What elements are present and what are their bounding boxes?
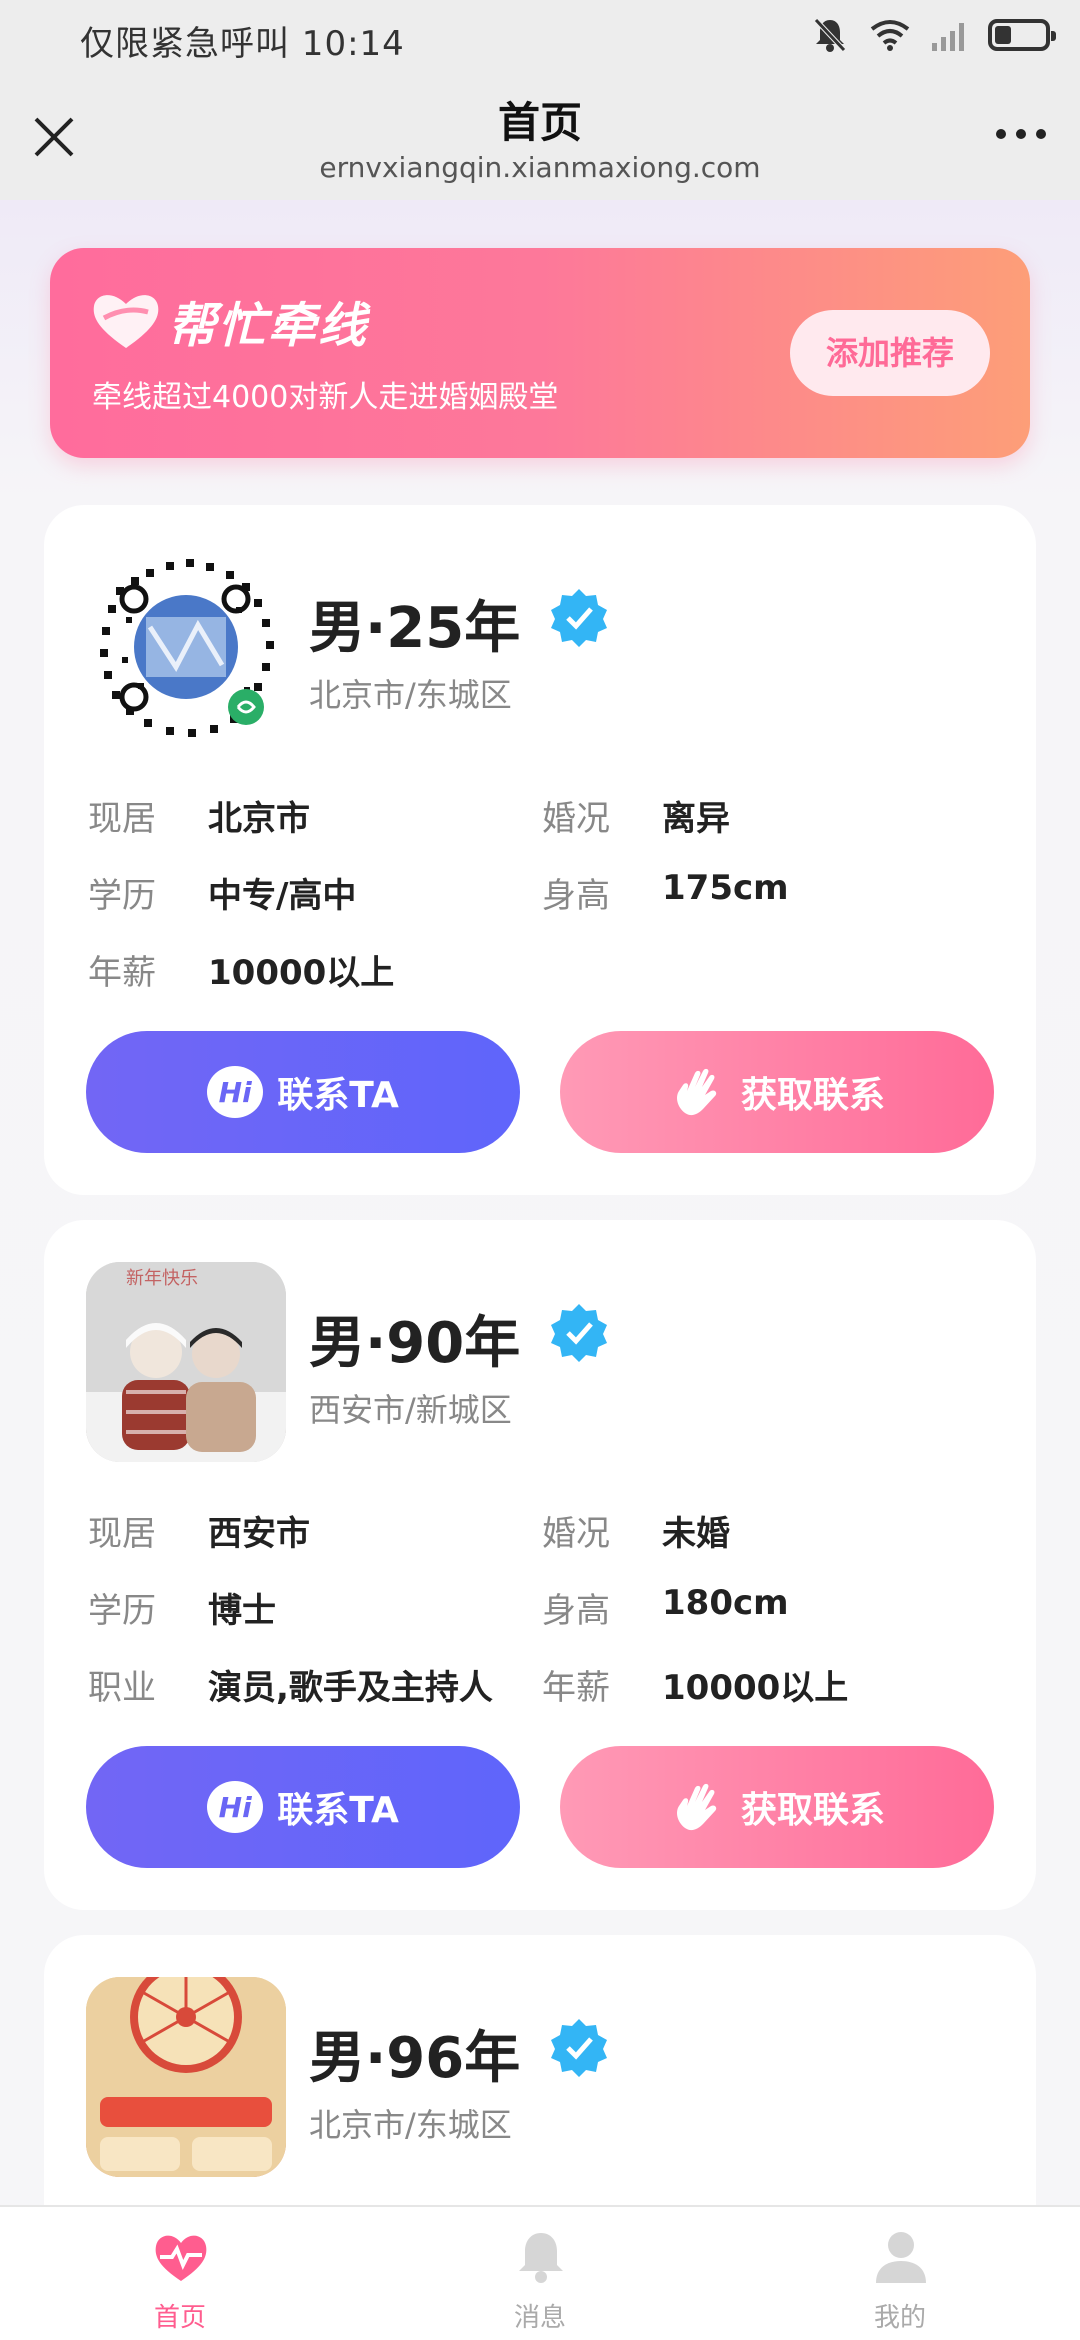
verified-badge-icon xyxy=(551,1304,607,1362)
profile-name: 男·25年 xyxy=(309,596,521,661)
tab-home[interactable]: 首页 xyxy=(80,2207,280,2340)
contact-ta-label: 联系TA xyxy=(277,1075,399,1116)
get-contact-button[interactable]: 获取联系 xyxy=(560,1746,994,1868)
info-value: 演员,歌手及主持人 xyxy=(208,1668,493,1708)
qr-code-icon xyxy=(96,557,276,737)
profile-name: 男·96年 xyxy=(309,2026,521,2091)
dot-icon xyxy=(1036,129,1046,139)
bottom-tab-bar: 首页 消息 我的 xyxy=(0,2205,1080,2340)
waving-hand-icon xyxy=(676,1068,717,1116)
profile-card[interactable]: 男·96年 北京市/东城区 xyxy=(44,1935,1036,2205)
info-value: 博士 xyxy=(208,1591,276,1631)
hi-chat-icon: Hi xyxy=(207,1066,264,1118)
bell-off-icon xyxy=(814,18,846,52)
tab-profile[interactable]: 我的 xyxy=(800,2207,1000,2340)
verified-badge-icon xyxy=(551,2019,607,2077)
info-row: 现居 北京市 婚况 离异 xyxy=(88,791,992,841)
avatar[interactable] xyxy=(86,547,286,747)
info-value: 180cm xyxy=(662,1583,789,1623)
banner-description: 牵线超过4000对新人走进婚姻殿堂 xyxy=(92,380,559,415)
heart-logo-icon xyxy=(93,295,159,348)
info-label: 年薪 xyxy=(88,953,156,993)
info-label: 学历 xyxy=(88,1591,156,1631)
couple-photo-icon: 新年快乐 xyxy=(86,1262,286,1462)
info-row: 现居 西安市 婚况 未婚 xyxy=(88,1506,992,1556)
info-row: 学历 中专/高中 身高 175cm xyxy=(88,868,992,918)
verified-badge-icon xyxy=(551,589,607,647)
info-value: 10000以上 xyxy=(208,953,395,993)
info-row: 职业 演员,歌手及主持人 年薪 10000以上 xyxy=(88,1660,992,1710)
profile-city: 北京市/东城区 xyxy=(309,2106,512,2144)
contact-ta-button[interactable]: Hi 联系TA xyxy=(86,1031,520,1153)
info-label: 学历 xyxy=(88,876,156,916)
contact-ta-button[interactable]: Hi 联系TA xyxy=(86,1746,520,1868)
info-value: 10000以上 xyxy=(662,1668,849,1708)
profile-city: 北京市/东城区 xyxy=(309,676,512,714)
info-value: 未婚 xyxy=(662,1514,730,1554)
main-content[interactable]: 帮忙牵线 牵线超过4000对新人走进婚姻殿堂 添加推荐 男·25年 北京市/东城… xyxy=(0,200,1080,2205)
avatar[interactable] xyxy=(86,1977,286,2177)
add-recommendation-button[interactable]: 添加推荐 xyxy=(790,310,990,396)
info-label: 婚况 xyxy=(542,1514,610,1554)
info-label: 现居 xyxy=(88,1514,156,1554)
dot-icon xyxy=(996,129,1006,139)
status-text: 仅限紧急呼叫 10:14 xyxy=(80,24,405,64)
info-value: 北京市 xyxy=(208,799,310,839)
get-contact-label: 获取联系 xyxy=(740,1075,885,1116)
lucky-wheel-image-icon xyxy=(86,1977,286,2177)
info-label: 婚况 xyxy=(542,799,610,839)
tab-profile-label: 我的 xyxy=(873,2303,926,2333)
info-row: 年薪 10000以上 xyxy=(88,945,992,995)
info-value: 175cm xyxy=(662,868,789,908)
waving-hand-icon xyxy=(676,1783,717,1831)
page-title: 首页 xyxy=(497,98,582,147)
contact-ta-label: 联系TA xyxy=(277,1790,399,1831)
get-contact-button[interactable]: 获取联系 xyxy=(560,1031,994,1153)
wifi-icon xyxy=(870,20,910,51)
avatar[interactable]: 新年快乐 xyxy=(86,1262,286,1462)
more-menu-button[interactable] xyxy=(996,129,1046,139)
user-icon xyxy=(876,2232,926,2283)
hi-chat-icon: Hi xyxy=(207,1781,264,1833)
nav-bar: 首页 ernvxiangqin.xianmaxiong.com xyxy=(0,75,1080,200)
info-label: 身高 xyxy=(542,1591,610,1631)
info-label: 身高 xyxy=(542,876,610,916)
info-label: 职业 xyxy=(88,1668,156,1708)
matchmaking-banner[interactable]: 帮忙牵线 牵线超过4000对新人走进婚姻殿堂 添加推荐 xyxy=(50,248,1030,458)
signal-icon xyxy=(932,19,966,51)
heart-pulse-icon xyxy=(155,2235,207,2281)
profile-card[interactable]: 新年快乐 男·90年 西安市/新城区 现居 西安市 婚况 未婚 学历 博士 身高… xyxy=(44,1220,1036,1910)
profile-card[interactable]: 男·25年 北京市/东城区 现居 北京市 婚况 离异 学历 中专/高中 身高 1… xyxy=(44,505,1036,1195)
page-url: ernvxiangqin.xianmaxiong.com xyxy=(319,151,761,184)
info-value: 离异 xyxy=(662,799,730,839)
info-label: 年薪 xyxy=(542,1668,610,1708)
get-contact-label: 获取联系 xyxy=(740,1790,885,1831)
banner-title: 帮忙牵线 xyxy=(168,298,369,354)
info-row: 学历 博士 身高 180cm xyxy=(88,1583,992,1633)
tab-messages[interactable]: 消息 xyxy=(440,2207,640,2340)
status-icons xyxy=(812,16,1056,54)
svg-text:新年快乐: 新年快乐 xyxy=(126,1268,198,1289)
info-label: 现居 xyxy=(88,799,156,839)
bell-icon xyxy=(519,2233,563,2283)
profile-name: 男·90年 xyxy=(309,1311,521,1376)
dot-icon xyxy=(1016,129,1026,139)
profile-city: 西安市/新城区 xyxy=(309,1391,512,1429)
info-value: 中专/高中 xyxy=(208,876,357,916)
status-bar: 仅限紧急呼叫 10:14 xyxy=(0,0,1080,75)
battery-icon xyxy=(988,19,1056,51)
tab-messages-label: 消息 xyxy=(513,2303,566,2333)
info-value: 西安市 xyxy=(208,1514,310,1554)
tab-home-label: 首页 xyxy=(153,2303,206,2333)
